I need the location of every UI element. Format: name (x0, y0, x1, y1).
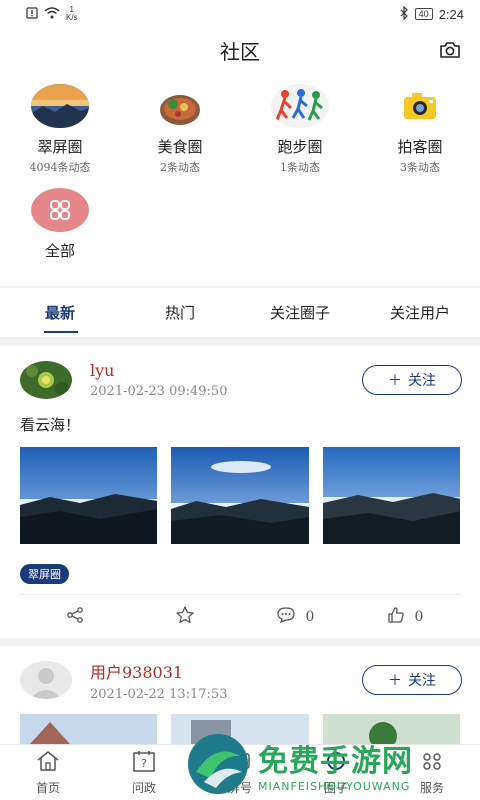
circle-count: 3条动态 (400, 161, 440, 174)
status-bar: 1 K/s 40 2:24 (0, 0, 480, 28)
post-actions: 0 0 (20, 594, 460, 638)
title-bar: 社区 (0, 28, 480, 72)
tab-latest[interactable]: 最新 (0, 302, 120, 323)
nav-label: 首页 (35, 780, 60, 795)
circle-count: 1条动态 (280, 161, 320, 174)
post-photo[interactable] (322, 447, 460, 544)
watermark-title: 免费手游网 (258, 743, 413, 779)
clock: 2:24 (438, 6, 464, 22)
post-time: 2021-02-23 09:49:50 (90, 384, 228, 399)
running-circle-image (271, 84, 329, 128)
post-photo[interactable] (20, 447, 158, 544)
camera-icon[interactable] (438, 38, 462, 62)
follow-button[interactable]: ＋ 关注 (362, 365, 462, 395)
post-card: lyu 2021-02-23 09:49:50 ＋ 关注 看云海！ 翠屏圈 0 … (0, 346, 480, 638)
photo-circle-image (391, 84, 449, 128)
circle-name: 拍客圈 (397, 138, 443, 156)
circle-food[interactable]: 美食圈 2条动态 (120, 78, 240, 182)
circle-photo[interactable]: 拍客圈 3条动态 (360, 78, 480, 182)
post-text: 看云海！ (20, 416, 81, 434)
all-circles-icon (31, 188, 89, 232)
circle-all[interactable]: 全部 (0, 182, 120, 286)
sim-alert-icon (26, 6, 38, 22)
svg-text:?: ? (141, 757, 147, 770)
wifi-icon (44, 6, 60, 22)
circle-name: 翠屏圈 (37, 138, 83, 156)
plus-icon: ＋ (388, 673, 402, 689)
like-count: 0 (414, 608, 424, 625)
share-icon (66, 606, 84, 628)
circle-count: 4094条动态 (29, 161, 91, 174)
like-button[interactable]: 0 (350, 606, 460, 628)
circle-name: 全部 (44, 242, 75, 260)
battery-indicator: 40 (414, 8, 433, 20)
comment-button[interactable]: 0 (240, 606, 350, 628)
tab-hot[interactable]: 热门 (120, 302, 240, 323)
circle-count: 2条动态 (160, 161, 200, 174)
home-icon (35, 750, 61, 775)
feed-gap (0, 638, 480, 646)
watermark-logo-icon (186, 732, 250, 796)
question-board-icon: ? (131, 750, 157, 775)
follow-button[interactable]: ＋ 关注 (362, 665, 462, 695)
watermark-subtitle: MIANFEISHOUYOUWANG (258, 779, 411, 793)
nav-home[interactable]: 首页 (0, 745, 96, 800)
post-photo[interactable] (20, 714, 158, 744)
page-title: 社区 (220, 39, 260, 64)
author-name[interactable]: lyu (90, 361, 227, 380)
circle-tag[interactable]: 翠屏圈 (20, 564, 69, 584)
photo-grid (20, 447, 460, 544)
nav-label: 问政 (131, 780, 156, 795)
post-photo[interactable] (171, 447, 309, 544)
avatar[interactable] (20, 661, 72, 699)
bluetooth-icon (399, 5, 409, 23)
comment-icon (276, 606, 296, 628)
net-speed: 1 K/s (66, 5, 78, 22)
nav-wenzheng[interactable]: ? 问政 (96, 745, 192, 800)
feed-tabs: 最新 热门 关注圈子 关注用户 (0, 288, 480, 338)
food-circle-image (151, 84, 209, 128)
author-name[interactable]: 用户938031 (90, 659, 227, 683)
site-watermark: 免费手游网 MIANFEISHOUYOUWANG (186, 728, 476, 800)
post-time: 2021-02-22 13:17:53 (90, 686, 228, 702)
circle-running[interactable]: 跑步圈 1条动态 (240, 78, 360, 182)
circle-grid: 翠屏圈 4094条动态 美食圈 2条动态 跑步圈 1条动态 拍客圈 3条动态 全… (0, 72, 480, 286)
plus-icon: ＋ (388, 373, 402, 389)
circle-cuiping[interactable]: 翠屏圈 4094条动态 (0, 78, 120, 182)
favorite-button[interactable] (130, 605, 240, 629)
share-button[interactable] (20, 606, 130, 628)
cuiping-circle-image (31, 84, 89, 128)
circle-name: 跑步圈 (277, 138, 323, 156)
active-tab-indicator (44, 331, 78, 333)
tab-followed-circles[interactable]: 关注圈子 (240, 302, 360, 323)
comment-count: 0 (305, 608, 315, 625)
feed-gap (0, 338, 480, 346)
thumbs-up-icon (387, 606, 405, 628)
avatar[interactable] (20, 361, 72, 399)
tab-followed-users[interactable]: 关注用户 (360, 302, 480, 323)
star-icon (175, 605, 195, 629)
circle-name: 美食圈 (157, 138, 203, 156)
